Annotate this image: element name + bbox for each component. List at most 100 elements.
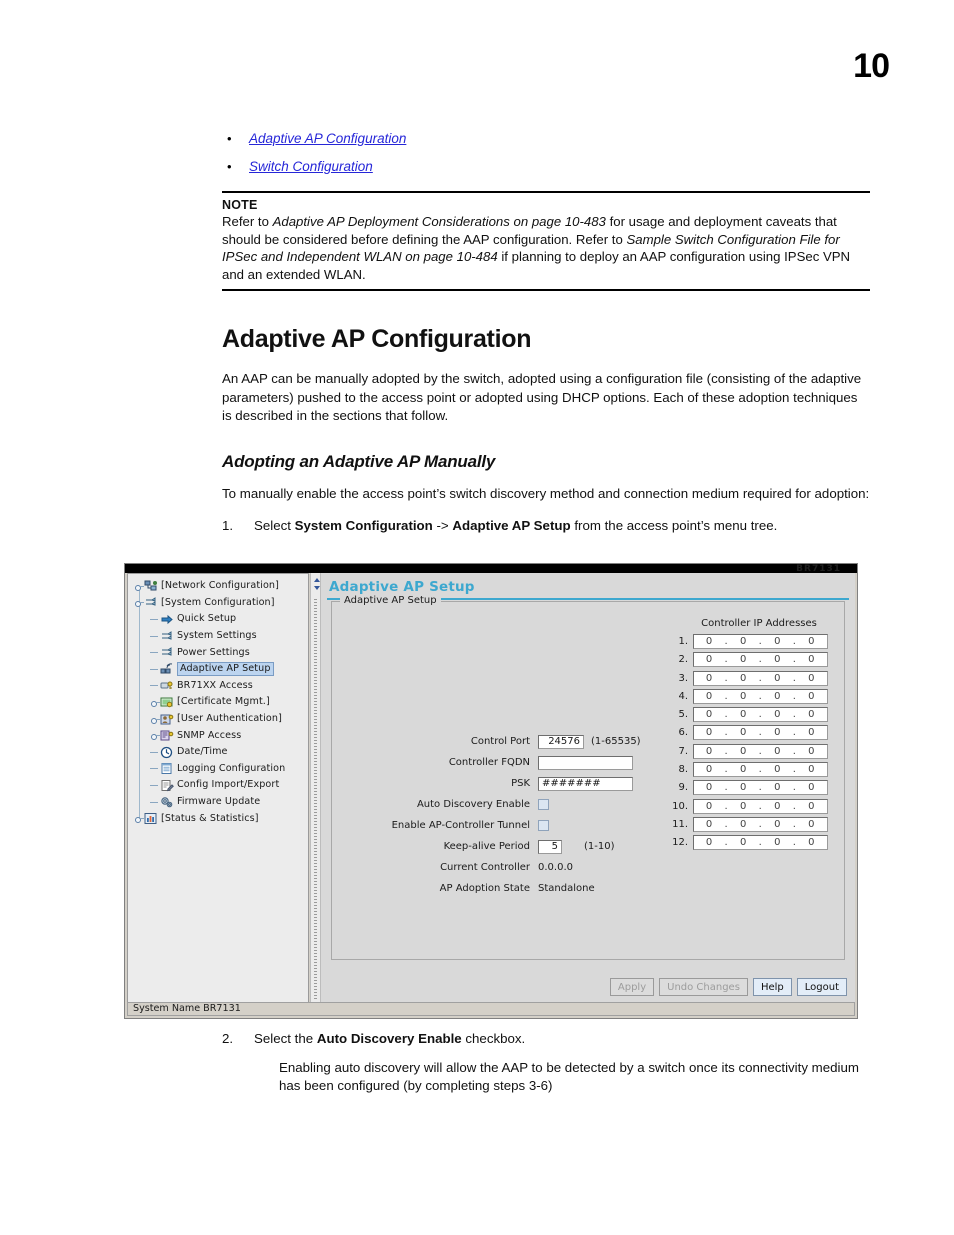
octet[interactable]: 0 — [774, 764, 781, 775]
octet[interactable]: 0 — [808, 709, 815, 720]
octet[interactable]: 0 — [808, 654, 815, 665]
octet[interactable]: 0 — [774, 709, 781, 720]
octet[interactable]: 0 — [706, 746, 713, 757]
controller-ip-input-10[interactable]: 0.0.0.0 — [693, 798, 828, 814]
link-adaptive-ap-configuration[interactable]: Adaptive AP Configuration — [249, 130, 406, 147]
octet[interactable]: 0 — [706, 801, 713, 812]
sidebar-item-quick-setup[interactable]: Quick Setup — [130, 611, 308, 628]
controller-ip-input-4[interactable]: 0.0.0.0 — [693, 688, 828, 704]
octet[interactable]: 0 — [774, 673, 781, 684]
sidebar-item-br71xx-access[interactable]: BR71XX Access — [130, 678, 308, 695]
sidebar-item-user-authentication[interactable]: [User Authentication] — [130, 711, 308, 728]
octet[interactable]: 0 — [740, 782, 747, 793]
tree-expander-icon[interactable] — [150, 715, 160, 724]
tree-expander-icon[interactable] — [134, 582, 144, 591]
sidebar-item-date-time[interactable]: Date/Time — [130, 744, 308, 761]
tree-expander-icon[interactable] — [150, 698, 160, 707]
controller-ip-input-11[interactable]: 0.0.0.0 — [693, 816, 828, 832]
octet[interactable]: 0 — [740, 636, 747, 647]
controller-ip-input-9[interactable]: 0.0.0.0 — [693, 780, 828, 796]
auto-discovery-checkbox[interactable] — [538, 799, 549, 810]
tree-branch-icon — [150, 615, 159, 624]
octet[interactable]: 0 — [740, 654, 747, 665]
control-port-input[interactable] — [538, 734, 584, 749]
controller-ip-input-1[interactable]: 0.0.0.0 — [693, 634, 828, 649]
octet[interactable]: 0 — [740, 819, 747, 830]
octet[interactable]: 0 — [774, 819, 781, 830]
sidebar-item-system-configuration[interactable]: [System Configuration] — [130, 595, 308, 612]
octet[interactable]: 0 — [774, 654, 781, 665]
navigation-tree-pane[interactable]: [Network Configuration] [System Configur… — [127, 573, 309, 1004]
sidebar-item-firmware-update[interactable]: Firmware Update — [130, 794, 308, 811]
controller-ip-input-8[interactable]: 0.0.0.0 — [693, 762, 828, 778]
octet[interactable]: 0 — [808, 764, 815, 775]
controller-ip-input-5[interactable]: 0.0.0.0 — [693, 707, 828, 723]
splitter-collapse-up-icon[interactable] — [314, 578, 320, 582]
octet[interactable]: 0 — [808, 636, 815, 647]
octet[interactable]: 0 — [808, 782, 815, 793]
tree-expander-icon[interactable] — [150, 731, 160, 741]
pane-splitter[interactable] — [310, 573, 321, 1004]
octet[interactable]: 0 — [706, 709, 713, 720]
octet[interactable]: 0 — [706, 673, 713, 684]
splitter-collapse-down-icon[interactable] — [314, 586, 320, 590]
octet[interactable]: 0 — [808, 691, 815, 702]
controller-ip-input-6[interactable]: 0.0.0.0 — [693, 725, 828, 741]
octet[interactable]: 0 — [740, 837, 747, 848]
controller-ip-input-12[interactable]: 0.0.0.0 — [693, 835, 828, 851]
splitter-grip[interactable] — [314, 599, 317, 999]
octet[interactable]: 0 — [774, 691, 781, 702]
sidebar-item-config-import-export[interactable]: Config Import/Export — [130, 777, 308, 794]
controller-ip-input-2[interactable]: 0.0.0.0 — [693, 652, 828, 668]
octet[interactable]: 0 — [706, 636, 713, 647]
octet[interactable]: 0 — [706, 654, 713, 665]
octet[interactable]: 0 — [740, 764, 747, 775]
help-button[interactable]: Help — [752, 978, 792, 996]
octet[interactable]: 0 — [740, 709, 747, 720]
keepalive-input[interactable] — [538, 839, 562, 854]
link-switch-configuration[interactable]: Switch Configuration — [249, 158, 373, 175]
octet[interactable]: 0 — [774, 837, 781, 848]
octet[interactable]: 0 — [706, 837, 713, 848]
psk-input[interactable] — [538, 776, 633, 791]
sidebar-item-snmp-access[interactable]: SNMP Access — [130, 727, 308, 744]
octet[interactable]: 0 — [706, 691, 713, 702]
sidebar-item-system-settings[interactable]: System Settings — [130, 628, 308, 645]
tree-expander-icon[interactable] — [134, 814, 144, 824]
octet[interactable]: 0 — [774, 636, 781, 647]
undo-changes-button[interactable]: Undo Changes — [659, 978, 748, 996]
controller-fqdn-input[interactable] — [538, 755, 633, 770]
sidebar-item-power-settings[interactable]: Power Settings — [130, 644, 308, 661]
octet[interactable]: 0 — [774, 801, 781, 812]
sidebar-item-certificate-mgmt[interactable]: [Certificate Mgmt.] — [130, 694, 308, 711]
sidebar-item-logging-configuration[interactable]: Logging Configuration — [130, 761, 308, 778]
octet[interactable]: 0 — [808, 837, 815, 848]
sidebar-item-adaptive-ap-setup[interactable]: Adaptive AP Setup — [130, 661, 308, 678]
tree-expander-icon[interactable] — [134, 598, 144, 608]
octet[interactable]: 0 — [808, 727, 815, 738]
octet[interactable]: 0 — [706, 727, 713, 738]
octet[interactable]: 0 — [808, 819, 815, 830]
octet[interactable]: 0 — [774, 746, 781, 757]
octet[interactable]: 0 — [808, 746, 815, 757]
octet[interactable]: 0 — [740, 691, 747, 702]
octet[interactable]: 0 — [808, 673, 815, 684]
ap-tunnel-checkbox[interactable] — [538, 820, 549, 831]
octet[interactable]: 0 — [706, 782, 713, 793]
sidebar-item-network-configuration[interactable]: [Network Configuration] — [130, 578, 308, 595]
controller-ip-input-7[interactable]: 0.0.0.0 — [693, 743, 828, 759]
octet[interactable]: 0 — [740, 801, 747, 812]
octet[interactable]: 0 — [740, 673, 747, 684]
octet[interactable]: 0 — [740, 727, 747, 738]
octet[interactable]: 0 — [706, 819, 713, 830]
section-paragraph: An AAP can be manually adopted by the sw… — [222, 371, 862, 423]
apply-button[interactable]: Apply — [609, 978, 655, 996]
octet[interactable]: 0 — [740, 746, 747, 757]
sidebar-item-status-statistics[interactable]: [Status & Statistics] — [130, 810, 308, 827]
controller-ip-input-3[interactable]: 0.0.0.0 — [693, 670, 828, 686]
octet[interactable]: 0 — [808, 801, 815, 812]
logout-button[interactable]: Logout — [796, 978, 847, 996]
octet[interactable]: 0 — [706, 764, 713, 775]
octet[interactable]: 0 — [774, 727, 781, 738]
octet[interactable]: 0 — [774, 782, 781, 793]
